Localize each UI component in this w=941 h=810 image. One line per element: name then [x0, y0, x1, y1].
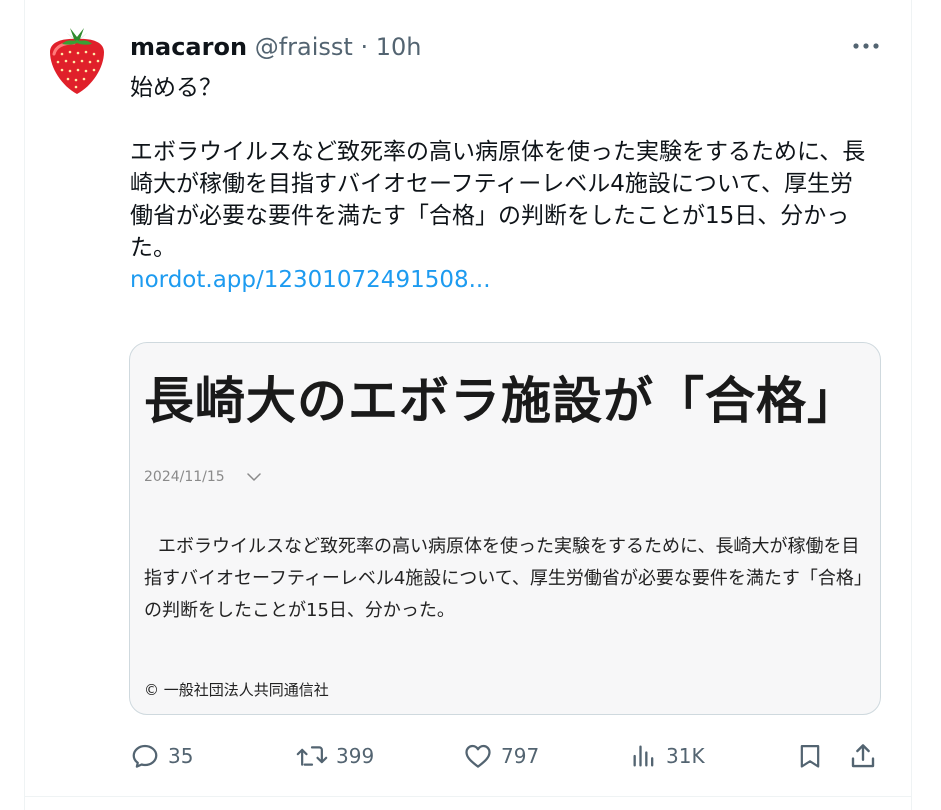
reply-icon: [132, 744, 158, 768]
heart-icon: [465, 744, 491, 768]
more-icon: [853, 43, 879, 49]
card-date: 2024/11/15: [144, 469, 225, 485]
action-bar: 35 399 797 31K: [0, 738, 941, 774]
handle[interactable]: @fraisst: [255, 33, 353, 61]
tweet-link[interactable]: nordot.app/12301072491508...: [130, 267, 491, 293]
share-button[interactable]: [848, 738, 878, 774]
strawberry-icon: [40, 26, 114, 100]
separator: ·: [360, 33, 369, 61]
avatar[interactable]: [40, 26, 114, 100]
like-count: 797: [501, 744, 540, 768]
link-card[interactable]: 長崎大のエボラ施設が「合格」 2024/11/15 エボラウイルスなど致死率の高…: [129, 342, 881, 715]
views-icon: [633, 745, 654, 767]
views-button[interactable]: 31K: [630, 738, 705, 774]
views-count: 31K: [666, 744, 705, 768]
display-name[interactable]: macaron: [130, 33, 247, 61]
divider: [24, 796, 912, 797]
card-body-text: エボラウイルスなど致死率の高い病原体を使った実験をするために、長崎大が稼働を目指…: [144, 536, 863, 621]
tweet-first-line: 始める？: [130, 75, 222, 101]
more-button[interactable]: [846, 32, 886, 60]
repost-button[interactable]: 399: [296, 738, 374, 774]
reply-button[interactable]: 35: [130, 738, 193, 774]
bookmark-icon: [800, 744, 820, 768]
like-button[interactable]: 797: [463, 738, 539, 774]
bookmark-button[interactable]: [796, 738, 824, 774]
timestamp[interactable]: 10h: [376, 33, 422, 61]
card-body: エボラウイルスなど致死率の高い病原体を使った実験をするために、長崎大が稼働を目指…: [144, 531, 868, 627]
chevron-down-icon: [247, 473, 261, 481]
repost-count: 399: [336, 744, 375, 768]
tweet-header: macaron @fraisst · 10h: [130, 33, 421, 61]
card-credit: © 一般社団法人共同通信社: [144, 681, 329, 699]
reply-count: 35: [168, 744, 194, 768]
card-headline: 長崎大のエボラ施設が「合格」: [144, 372, 858, 430]
repost-icon: [296, 746, 328, 766]
tweet-text: 始める？ エボラウイルスなど致死率の高い病原体を使った実験をするために、長崎大が…: [130, 72, 870, 296]
share-icon: [851, 744, 875, 768]
tweet-body: エボラウイルスなど致死率の高い病原体を使った実験をするために、長崎大が稼働を目指…: [130, 139, 866, 261]
